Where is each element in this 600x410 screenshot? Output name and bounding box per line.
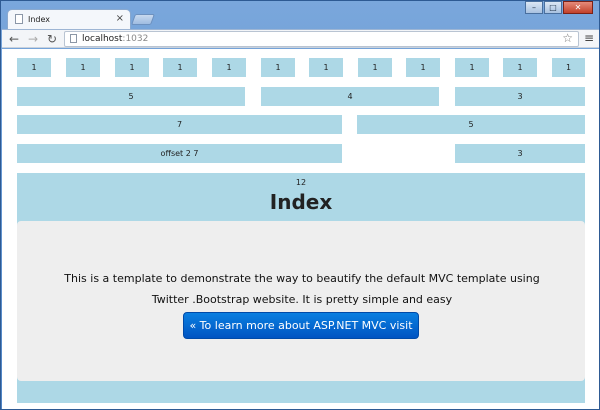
span1-cell: 1	[212, 58, 246, 77]
window-controls: – □ ✕	[524, 1, 593, 14]
maximize-button[interactable]: □	[544, 1, 562, 14]
back-arrow-icon[interactable]: ←	[6, 31, 22, 47]
menu-icon[interactable]: ≡	[582, 31, 596, 45]
span1-cell: 1	[309, 58, 343, 77]
span1-cell: 1	[406, 58, 440, 77]
span1-cell: 1	[115, 58, 149, 77]
minimize-button[interactable]: –	[525, 1, 543, 14]
page-icon	[15, 14, 23, 24]
span1-cell: 1	[552, 58, 585, 77]
address-bar[interactable]: localhost:1032 ☆	[64, 31, 579, 47]
span1-cell: 1	[66, 58, 100, 77]
span1-cell: 1	[163, 58, 197, 77]
span1-cell: 1	[503, 58, 537, 77]
span5-cell: 5	[17, 87, 245, 106]
page-title: Index	[269, 190, 333, 214]
page-content: 1 1 1 1 1 1 1 1 1 1 1 1 5 4 3 7 5 offset…	[2, 49, 599, 409]
tab-close-icon[interactable]: ×	[116, 13, 124, 24]
learn-more-button[interactable]: « To learn more about ASP.NET MVC visit	[183, 312, 419, 339]
span12-label: 12	[295, 178, 307, 187]
offset2-span7-cell: offset 2 7	[17, 144, 342, 163]
browser-toolbar: ← → ↻ localhost:1032 ☆ ≡	[2, 29, 599, 48]
span1-cell: 1	[17, 58, 51, 77]
reload-icon[interactable]: ↻	[44, 31, 60, 47]
new-tab-button[interactable]	[130, 14, 156, 25]
span7-cell: 7	[17, 115, 342, 134]
span3-cell: 3	[455, 144, 585, 163]
page-icon	[70, 34, 77, 43]
span1-cell: 1	[455, 58, 489, 77]
span5-cell: 5	[357, 115, 585, 134]
bookmark-star-icon[interactable]: ☆	[562, 31, 573, 45]
tab-title: Index	[28, 15, 51, 24]
span3-cell: 3	[455, 87, 585, 106]
span4-cell: 4	[261, 87, 439, 106]
span12-hero: 12 Index This is a template to demonstra…	[17, 173, 585, 403]
url-text: localhost:1032	[82, 34, 149, 44]
jumbotron-text: This is a template to demonstrate the wa…	[64, 272, 540, 306]
span1-cell: 1	[358, 58, 392, 77]
browser-window: Index × – □ ✕ ← → ↻ localhost:1032 ☆ ≡ 1…	[0, 0, 600, 410]
tab-strip: Index × – □ ✕	[1, 1, 599, 29]
close-window-button[interactable]: ✕	[563, 1, 593, 14]
jumbotron: This is a template to demonstrate the wa…	[17, 221, 585, 381]
tab-index[interactable]: Index ×	[7, 9, 131, 29]
forward-arrow-icon[interactable]: →	[25, 31, 41, 47]
span1-cell: 1	[261, 58, 295, 77]
